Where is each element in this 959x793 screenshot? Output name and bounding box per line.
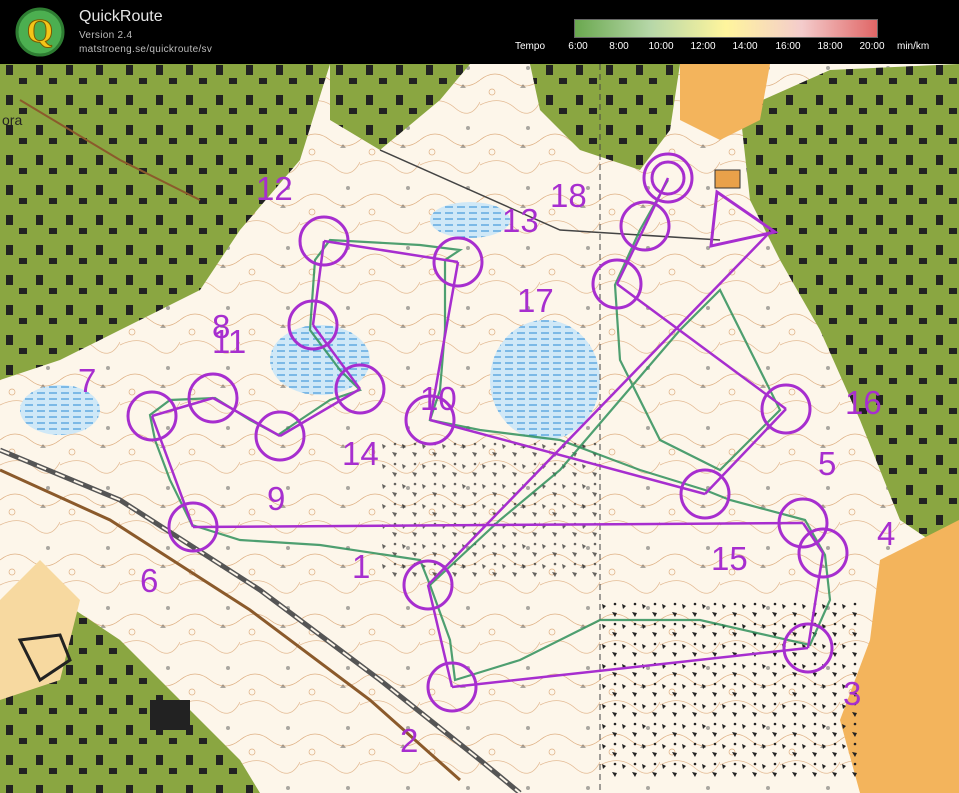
tempo-tick: 16:00 bbox=[775, 41, 801, 52]
quickroute-logo-icon: Q bbox=[15, 7, 65, 57]
logo-letter: Q bbox=[27, 13, 53, 50]
control-number-13: 13 bbox=[502, 202, 539, 239]
tempo-tick: 6:00 bbox=[568, 41, 588, 52]
place-label: ora bbox=[2, 112, 22, 128]
control-number-12: 12 bbox=[256, 170, 293, 207]
tempo-tick: 18:00 bbox=[817, 41, 843, 52]
marsh-area bbox=[430, 202, 510, 238]
control-number-11: 11 bbox=[212, 323, 246, 360]
tempo-color-scale bbox=[574, 19, 878, 38]
control-number-14: 14 bbox=[342, 435, 379, 472]
control-number-1: 1 bbox=[352, 548, 370, 585]
map-canvas[interactable]: ora 1 2 3 4 5 6 7 8 9 10 11 12 13 14 15 … bbox=[0, 64, 959, 793]
control-number-17: 17 bbox=[517, 282, 554, 319]
control-number-2: 2 bbox=[400, 722, 418, 759]
control-number-16: 16 bbox=[845, 384, 882, 421]
orienteering-map[interactable]: ora 1 2 3 4 5 6 7 8 9 10 11 12 13 14 15 … bbox=[0, 64, 959, 793]
control-number-7: 7 bbox=[78, 362, 96, 399]
app-header: Q QuickRoute Version 2.4 matstroeng.se/q… bbox=[0, 0, 959, 64]
control-number-4: 4 bbox=[877, 515, 895, 552]
tempo-tick: 8:00 bbox=[609, 41, 629, 52]
tempo-tick: 10:00 bbox=[648, 41, 674, 52]
control-number-6: 6 bbox=[140, 562, 158, 599]
tempo-tick: 12:00 bbox=[690, 41, 716, 52]
marsh-area bbox=[490, 320, 600, 440]
tempo-tick: 20:00 bbox=[859, 41, 885, 52]
control-number-5: 5 bbox=[818, 445, 836, 482]
control-number-10: 10 bbox=[420, 380, 457, 417]
building bbox=[714, 169, 741, 189]
app-title: QuickRoute bbox=[79, 8, 163, 25]
app-url[interactable]: matstroeng.se/quickroute/sv bbox=[79, 44, 212, 55]
control-number-3: 3 bbox=[843, 675, 861, 712]
app-version: Version 2.4 bbox=[79, 30, 133, 41]
control-number-15: 15 bbox=[711, 540, 748, 577]
control-number-18: 18 bbox=[550, 177, 587, 214]
building bbox=[150, 700, 190, 730]
tempo-label: Tempo bbox=[515, 41, 546, 52]
tempo-tick: 14:00 bbox=[732, 41, 758, 52]
tempo-unit: min/km bbox=[897, 41, 930, 52]
quickroute-app: Q QuickRoute Version 2.4 matstroeng.se/q… bbox=[0, 0, 959, 793]
control-number-9: 9 bbox=[267, 480, 285, 517]
